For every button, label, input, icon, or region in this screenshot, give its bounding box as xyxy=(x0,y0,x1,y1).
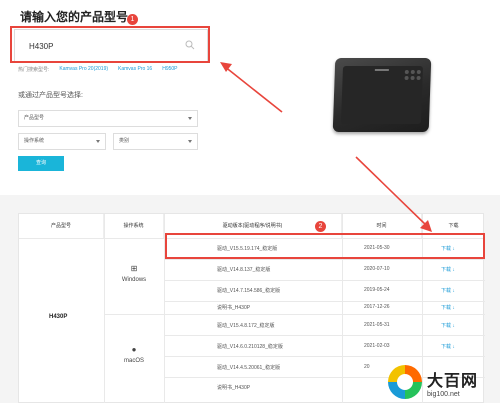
date-cell: 2020-07-10 xyxy=(364,266,390,272)
query-button[interactable]: 查询 xyxy=(18,156,64,171)
divider xyxy=(164,280,485,281)
search-section: 请输入您的产品型号. 1 热门搜索型号: Kamvas Pro 20(2019)… xyxy=(0,0,500,195)
product-image xyxy=(332,58,432,132)
col-header-os: 操作系统 xyxy=(104,214,164,238)
date-cell: 2021-02-03 xyxy=(364,343,390,349)
download-link[interactable]: 下载 ↓ xyxy=(441,287,455,294)
date-cell: 2017-12-26 xyxy=(364,304,390,310)
model-cell: H430P xyxy=(49,314,68,320)
search-highlight-box xyxy=(10,26,210,63)
version-cell: 说明书_H430P xyxy=(217,305,251,311)
watermark-logo-icon xyxy=(388,365,422,399)
hot-search-item[interactable]: H950P xyxy=(162,66,177,73)
version-cell: 驱动_V14.7.154.586_稳定版 xyxy=(217,288,281,294)
model-select-value: 产品型号 xyxy=(24,115,45,121)
download-link[interactable]: 下载 ↓ xyxy=(441,304,455,311)
watermark: 大百网 big100.net xyxy=(388,363,498,401)
chevron-down-icon xyxy=(96,140,100,143)
windows-icon: ⊞ xyxy=(130,264,138,273)
chevron-down-icon xyxy=(188,140,192,143)
row-highlight-box xyxy=(165,233,485,259)
os-label: macOS xyxy=(123,358,144,364)
download-link[interactable]: 下载 ↓ xyxy=(441,322,455,329)
hot-search-row: 热门搜索型号: Kamvas Pro 20(2019) Kamvas Pro 1… xyxy=(18,66,178,73)
divider xyxy=(164,356,485,357)
download-link[interactable]: 下载 ↓ xyxy=(441,266,455,273)
tablet-logo-mark xyxy=(374,69,389,71)
step-badge-2: 2 xyxy=(315,221,326,232)
model-select[interactable]: 产品型号 xyxy=(18,110,198,127)
version-cell: 说明书_H430P xyxy=(217,385,251,391)
category-select-value: 类别 xyxy=(119,138,130,144)
version-cell: 驱动_V15.4.8.172_稳定版 xyxy=(217,323,275,329)
hot-search-item[interactable]: Kamvas Pro 20(2019) xyxy=(59,66,108,73)
version-cell: 驱动_V14.6.0.210128_稳定版 xyxy=(217,344,283,350)
os-cell-macos: ● macOS xyxy=(106,345,162,364)
date-cell: 2021-05-31 xyxy=(364,322,390,328)
col-header-model: 产品型号 xyxy=(19,214,104,238)
select-section-label: 或通过产品型号选择: xyxy=(18,92,83,99)
apple-icon: ● xyxy=(131,345,137,354)
watermark-title: 大百网 xyxy=(427,372,479,390)
divider xyxy=(164,259,485,260)
version-cell: 驱动_V14.4.5.20061_稳定版 xyxy=(217,365,281,371)
hot-search-label: 热门搜索型号: xyxy=(18,67,50,73)
page-title: 请输入您的产品型号. xyxy=(20,10,132,24)
watermark-subtitle: big100.net xyxy=(427,390,460,398)
date-cell: 20 xyxy=(364,364,370,370)
os-select-value: 操作系统 xyxy=(24,138,45,144)
os-cell-windows: ⊞ Windows xyxy=(106,264,162,283)
watermark-text: 大百网 big100.net xyxy=(427,367,478,398)
tablet-keys xyxy=(404,70,425,80)
step-badge-1: 1 xyxy=(127,14,138,25)
os-label: Windows xyxy=(121,277,147,283)
version-cell: 驱动_V14.8.137_稳定版 xyxy=(217,267,271,273)
chevron-down-icon xyxy=(188,117,192,120)
divider xyxy=(164,335,485,336)
download-link[interactable]: 下载 ↓ xyxy=(441,343,455,350)
os-select[interactable]: 操作系统 xyxy=(18,133,106,150)
hot-search-item[interactable]: Kamvas Pro 16 xyxy=(118,66,152,73)
category-select[interactable]: 类别 xyxy=(113,133,198,150)
date-cell: 2019-05-24 xyxy=(364,287,390,293)
divider xyxy=(104,314,485,315)
divider xyxy=(164,301,485,302)
divider xyxy=(104,214,105,403)
